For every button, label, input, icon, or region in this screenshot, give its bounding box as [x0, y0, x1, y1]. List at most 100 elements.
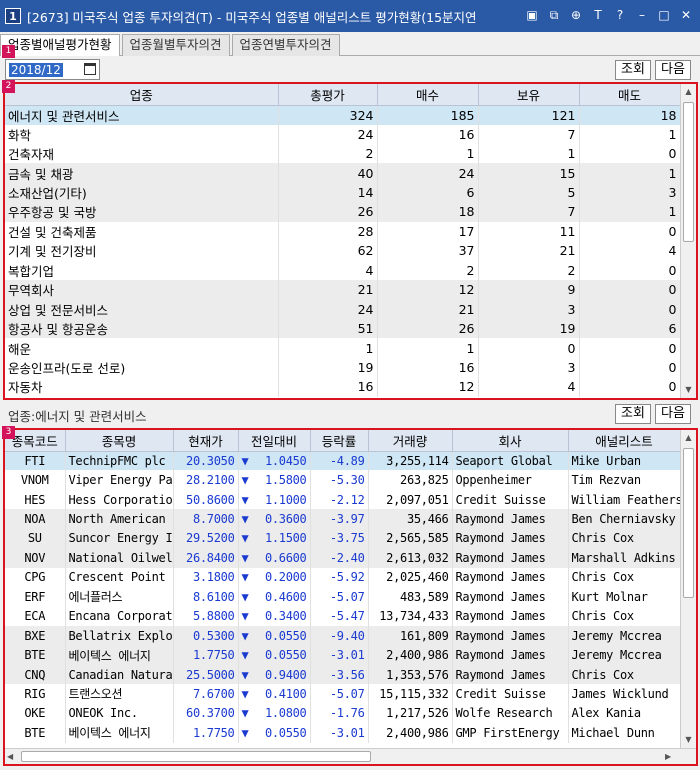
stock-row[interactable]: VNOM Viper Energy Par 28.2100 ▼ 1.5800 -5.30 2… — [5, 470, 681, 490]
col-header-sector[interactable]: 업종 — [5, 84, 279, 106]
stock-row[interactable]: ERF 에너플러스 8.6100 ▼ 0.4600 -5.07 483,589 Raymond… — [5, 587, 681, 607]
sector-row[interactable]: 무역회사 21 12 9 0 — [5, 280, 681, 300]
analyst-cell: Chris Cox — [568, 664, 681, 685]
stock-row[interactable]: BTE 베이텍스 에너지 1.7750 ▼ 0.0550 -3.01 2,400,986 GM… — [5, 723, 681, 743]
stock-row[interactable]: RIG 트랜스오션 7.6700 ▼ 0.4100 -5.07 15,115,332 Cred… — [5, 684, 681, 704]
sector-row[interactable]: 건축자재 2 1 1 0 — [5, 143, 681, 164]
sector-row[interactable]: 금속 및 채광 40 24 15 1 — [5, 163, 681, 183]
col-header-hold[interactable]: 보유 — [478, 84, 580, 106]
scroll-thumb[interactable] — [21, 751, 371, 762]
total-cell: 324 — [278, 105, 378, 125]
copy-icon[interactable]: ⧉ — [546, 7, 562, 23]
firm-cell: Raymond James — [452, 587, 569, 607]
scroll-up-icon[interactable]: ▲ — [681, 84, 696, 100]
sector-row[interactable]: 우주항공 및 국방 26 18 7 1 — [5, 202, 681, 222]
stock-row[interactable]: NOA North American C 8.7000 ▼ 0.3600 -3.97 35,… — [5, 509, 681, 529]
col-header-firm[interactable]: 회사 — [452, 430, 569, 452]
sector-row[interactable]: 자동차 16 12 4 0 — [5, 377, 681, 397]
scroll-down-icon[interactable]: ▼ — [681, 382, 696, 398]
hold-cell: 5 — [478, 182, 580, 203]
stock-row[interactable]: CNQ Canadian Natural 25.5000 ▼ 0.9400 -3.56 1,… — [5, 664, 681, 685]
sector-name-cell: 우주항공 및 국방 — [5, 202, 279, 222]
stock-row[interactable]: BXE Bellatrix Explor 0.5300 ▼ 0.0550 -9.40 161… — [5, 625, 681, 646]
stock-row[interactable]: SU Suncor Energy I 29.5200 ▼ 1.1500 -3.75 2,56… — [5, 528, 681, 549]
sector-row[interactable]: 상업 및 전문서비스 24 21 3 0 — [5, 299, 681, 319]
sector-name-cell: 금속 및 채광 — [5, 163, 279, 183]
col-header-change[interactable]: 전일대비 — [238, 430, 311, 452]
maximize-icon[interactable]: □ — [656, 7, 672, 23]
stock-row[interactable]: HES Hess Corporation 50.8600 ▼ 1.1000 -2.12 2,… — [5, 489, 681, 510]
stock-row[interactable]: OKE ONEOK Inc. 60.3700 ▼ 1.0800 -1.76 1,217,52… — [5, 703, 681, 724]
scroll-up-icon[interactable]: ▲ — [681, 430, 696, 446]
stock-horizontal-scrollbar[interactable]: ◀ ▶ — [5, 748, 696, 764]
close-icon[interactable]: ✕ — [678, 7, 694, 23]
volume-cell: 3,255,114 — [368, 451, 453, 471]
sector-row[interactable]: 기계 및 전기장비 62 37 21 4 — [5, 241, 681, 261]
minimize-icon[interactable]: – — [634, 7, 650, 23]
code-cell: RIG — [5, 684, 66, 704]
col-header-rate[interactable]: 등락률 — [310, 430, 369, 452]
col-header-total[interactable]: 총평가 — [278, 84, 378, 106]
firm-cell: Raymond James — [452, 625, 569, 646]
sector-row[interactable]: 운송인프라(도로 선로) 19 16 3 0 — [5, 357, 681, 378]
date-value: 2018/12 — [9, 63, 63, 77]
query-button-top[interactable]: 조회 — [615, 60, 651, 80]
col-header-analyst[interactable]: 애널리스트 — [568, 430, 681, 452]
stock-row[interactable]: NOV National Oilwell 26.8400 ▼ 0.6600 -2.40 2,… — [5, 548, 681, 568]
sector-row[interactable]: 건설 및 건축제품 28 17 11 0 — [5, 221, 681, 242]
change-value: 1.1500 — [264, 531, 307, 546]
firm-cell: Raymond James — [452, 528, 569, 549]
down-arrow-icon: ▼ — [241, 648, 249, 663]
scroll-thumb[interactable] — [683, 102, 694, 242]
firm-cell: Raymond James — [452, 567, 569, 588]
stock-row[interactable]: BTE 베이텍스 에너지 1.7750 ▼ 0.0550 -3.01 2,400,986 Ra… — [5, 645, 681, 665]
col-header-name[interactable]: 종목명 — [65, 430, 174, 452]
firm-cell: Credit Suisse — [452, 489, 569, 510]
price-cell: 8.7000 — [173, 509, 239, 529]
marker-3: 3 — [2, 426, 15, 439]
sell-cell: 0 — [579, 357, 681, 378]
tab-sector-yearly-opinion[interactable]: 업종연별투자의견 — [231, 34, 340, 56]
layout-icon[interactable]: ▣ — [524, 7, 540, 23]
calendar-icon[interactable] — [84, 63, 96, 75]
link-icon[interactable]: ⊕ — [568, 7, 584, 23]
scroll-right-icon[interactable]: ▶ — [665, 749, 671, 765]
sector-row[interactable]: 항공사 및 항공운송 51 26 19 6 — [5, 318, 681, 339]
help-icon[interactable]: ? — [612, 7, 628, 23]
font-icon[interactable]: T — [590, 7, 606, 23]
next-button-top[interactable]: 다음 — [655, 60, 691, 80]
col-header-volume[interactable]: 거래량 — [368, 430, 453, 452]
stock-row[interactable]: ECA Encana Corporati 5.8800 ▼ 0.3400 -5.47 13,… — [5, 606, 681, 626]
sell-cell: 0 — [579, 280, 681, 300]
stock-row[interactable]: CPG Crescent Point E 3.1800 ▼ 0.2000 -5.92 2,0… — [5, 567, 681, 588]
rate-cell: -5.30 — [310, 470, 369, 490]
sector-row[interactable]: 복합기업 4 2 2 0 — [5, 260, 681, 280]
date-field[interactable]: 2018/12 — [5, 59, 100, 80]
scroll-left-icon[interactable]: ◀ — [7, 749, 13, 765]
tab-sector-analyst-status[interactable]: 업종별애널평가현황 — [0, 34, 120, 56]
sector-row[interactable]: 소재산업(기타) 14 6 5 3 — [5, 182, 681, 203]
name-cell: 베이텍스 에너지 — [65, 723, 174, 743]
scroll-down-icon[interactable]: ▼ — [681, 732, 696, 748]
sector-name-cell: 해운 — [5, 338, 279, 358]
sector-row[interactable]: 화학 24 16 7 1 — [5, 124, 681, 144]
tab-sector-monthly-opinion[interactable]: 업종월별투자의견 — [121, 34, 230, 56]
down-arrow-icon: ▼ — [241, 706, 249, 721]
query-button-bottom[interactable]: 조회 — [615, 404, 651, 424]
col-header-buy[interactable]: 매수 — [377, 84, 479, 106]
col-header-sell[interactable]: 매도 — [579, 84, 681, 106]
change-value: 0.2000 — [264, 570, 307, 585]
stock-row[interactable]: FTI TechnipFMC plc O 20.3050 ▼ 1.0450 -4.89 3,… — [5, 451, 681, 471]
sector-row[interactable]: 에너지 및 관련서비스 324 185 121 18 — [5, 105, 681, 125]
sector-vertical-scrollbar[interactable]: ▲ ▼ — [680, 84, 696, 398]
sector-row[interactable]: 해운 1 1 0 0 — [5, 338, 681, 358]
name-cell: 트랜스오션 — [65, 684, 174, 704]
scroll-thumb[interactable] — [683, 448, 694, 598]
window-number-icon[interactable]: 1 — [5, 8, 21, 24]
change-cell: ▼ 0.9400 — [238, 664, 311, 685]
col-header-price[interactable]: 현재가 — [173, 430, 239, 452]
stock-vertical-scrollbar[interactable]: ▲ ▼ — [680, 430, 696, 748]
firm-cell: Raymond James — [452, 645, 569, 665]
next-button-bottom[interactable]: 다음 — [655, 404, 691, 424]
total-cell: 16 — [278, 377, 378, 397]
